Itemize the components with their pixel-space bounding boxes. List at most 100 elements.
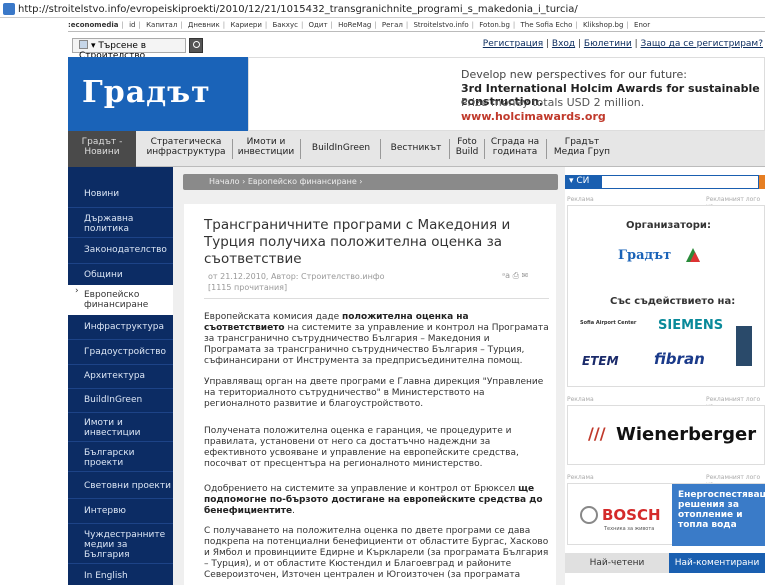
left-nav-divider xyxy=(68,498,173,499)
left-nav-divider xyxy=(68,412,173,413)
partner-logo-icon[interactable] xyxy=(684,246,702,264)
bosch-ad-text: Енергоспестяващи решения за отопление и … xyxy=(672,484,765,546)
main-nav-media-group[interactable]: Градът Медиа Груп xyxy=(550,137,614,157)
network-link[interactable]: Дневник xyxy=(188,21,220,29)
newsletter-link[interactable]: Бюлетини xyxy=(584,39,632,49)
why-register-link[interactable]: Защо да се регистрирам? xyxy=(641,39,763,49)
left-nav-bulgarian-projects[interactable]: Български проекти xyxy=(68,448,173,468)
article-paragraph: С получаването на положителна оценка по … xyxy=(204,526,549,580)
article-paragraph: Европейската комисия даде положителна оц… xyxy=(204,312,549,366)
left-nav-divider xyxy=(68,364,173,365)
sidebar-search: ▾ СИ xyxy=(565,175,765,189)
nav-divider xyxy=(232,139,233,159)
left-nav-divider xyxy=(68,563,173,564)
sidebar-search-select[interactable]: ▾ СИ xyxy=(565,175,601,189)
tab-most-read[interactable]: Най-четени xyxy=(565,553,669,573)
bosch-logo: BOSCH xyxy=(602,506,661,524)
sidebar-search-input[interactable] xyxy=(601,175,759,189)
search-scope-icon xyxy=(79,40,88,49)
left-nav-architecture[interactable]: Архитектура xyxy=(68,371,173,381)
left-nav-divider xyxy=(68,263,173,264)
network-link[interactable]: Капитал xyxy=(146,21,177,29)
etem-logo[interactable]: ЕТЕМ xyxy=(582,354,619,368)
user-links: Регистрация | Вход | Бюлетини | Защо да … xyxy=(482,39,763,49)
article-title: Трансграничните програми с Македония и Т… xyxy=(204,217,511,267)
popular-tabs: Най-четени Най-коментирани xyxy=(565,553,765,573)
search-scope-select[interactable]: ▾ Търсене в Строителство xyxy=(72,38,186,61)
search-button[interactable] xyxy=(189,38,203,53)
font-size-icon[interactable]: ᵃa xyxy=(502,271,510,280)
left-nav-interview[interactable]: Интервю xyxy=(68,506,173,516)
network-nav: :economedia | id | Капитал | Дневник | Карие… xyxy=(68,19,765,32)
main-nav-building-of-year[interactable]: Сграда на годината xyxy=(486,137,544,157)
left-nav-english[interactable]: In English xyxy=(68,571,173,581)
network-link[interactable]: :economedia xyxy=(68,21,118,29)
main-nav-infrastructure[interactable]: Стратегическа инфраструктура xyxy=(140,137,232,157)
left-nav-urban-planning[interactable]: Градоустройство xyxy=(68,347,173,357)
bosch-mark-icon xyxy=(580,506,598,524)
wienerberger-ad[interactable]: /// Wienerberger xyxy=(567,405,765,465)
left-nav-eu-funding[interactable]: › Европейско финансиране xyxy=(68,285,173,315)
left-nav-buildingreen[interactable]: BuildInGreen xyxy=(68,395,173,405)
ad-line-1: Develop new perspectives for our future: xyxy=(461,68,687,81)
article-reads: [1115 прочитания] xyxy=(208,283,288,292)
left-nav-news[interactable]: Новини xyxy=(68,189,173,199)
nav-divider xyxy=(484,139,485,159)
login-link[interactable]: Вход xyxy=(552,39,575,49)
main-nav-buildingreen[interactable]: BuildInGreen xyxy=(306,143,376,153)
network-link[interactable]: Кариери xyxy=(230,21,262,29)
network-link[interactable]: Klikshop.bg xyxy=(583,21,623,29)
left-nav-property[interactable]: Имоти и инвестиции xyxy=(68,418,173,438)
main-nav-fotobuild[interactable]: Foto Build xyxy=(452,137,482,157)
breadcrumb[interactable]: Начало › Европейско финансиране › xyxy=(183,174,558,190)
left-nav-foreign-media[interactable]: Чуждестранните медии за България xyxy=(68,530,173,560)
left-nav-world-projects[interactable]: Световни проекти xyxy=(68,481,173,491)
nav-divider xyxy=(546,139,547,159)
left-nav-divider xyxy=(68,471,173,472)
network-link[interactable]: Foton.bg xyxy=(479,21,510,29)
network-link[interactable]: Одит xyxy=(309,21,328,29)
main-nav-property[interactable]: Имоти и инвестиции xyxy=(236,137,296,157)
left-nav-municipalities[interactable]: Общини xyxy=(68,270,173,280)
left-nav-state-policy[interactable]: Държавна политика xyxy=(68,214,173,234)
left-nav-infrastructure[interactable]: Инфраструктура xyxy=(68,322,173,332)
logo-block[interactable]: Градът xyxy=(68,57,248,131)
cooperation-title: Със съдействието на: xyxy=(610,296,736,307)
register-link[interactable]: Регистрация xyxy=(483,39,543,49)
bosch-slogan: Техника за живота xyxy=(604,526,655,532)
gradat-logo[interactable]: Градът xyxy=(618,248,671,263)
main-nav-newspaper[interactable]: Вестникът xyxy=(382,143,450,153)
article-paragraph: Одобрението на системите за управление и… xyxy=(204,484,543,516)
print-icon[interactable]: ⎙ xyxy=(513,271,519,280)
wienerberger-logo: Wienerberger xyxy=(616,424,757,445)
browser-icon xyxy=(3,3,15,15)
address-bar[interactable]: http://stroitelstvo.info/evropeiskiproek… xyxy=(0,0,765,18)
article: Трансграничните програми с Македония и Т… xyxy=(184,204,556,585)
network-link[interactable]: Регал xyxy=(382,21,403,29)
bosch-ad[interactable]: BOSCH Техника за живота Енергоспестяващи… xyxy=(567,483,765,546)
tab-most-commented[interactable]: Най-коментирани xyxy=(669,553,765,573)
network-link[interactable]: The Sofia Echo xyxy=(521,21,573,29)
article-tools[interactable]: ᵃa ⎙ ✉ xyxy=(502,271,528,281)
main-nav-news[interactable]: Градът - Новини xyxy=(68,131,136,167)
network-link[interactable]: HoReMag xyxy=(338,21,371,29)
nav-divider xyxy=(300,139,301,159)
search-row: ▾ Търсене в Строителство Регистрация | В… xyxy=(68,38,765,61)
article-paragraph: Получената положителна оценка е гаранция… xyxy=(204,426,519,469)
network-link[interactable]: Бакхус xyxy=(272,21,297,29)
site-header: Градът Develop new perspectives for our … xyxy=(68,57,765,131)
network-link[interactable]: Stroitelstvo.info xyxy=(413,21,468,29)
holcim-ad-banner[interactable]: Develop new perspectives for our future:… xyxy=(248,57,765,131)
ad-line-3: Prize money totals USD 2 million. xyxy=(461,96,645,109)
sofia-airport-logo[interactable]: Sofia Airport Center xyxy=(580,320,636,326)
email-icon[interactable]: ✉ xyxy=(522,271,529,280)
network-link[interactable]: id xyxy=(129,21,135,29)
sidebar-search-button[interactable] xyxy=(759,175,765,189)
wienerberger-mark-icon: /// xyxy=(588,424,606,443)
left-nav-legislation[interactable]: Законодателство xyxy=(68,245,173,255)
left-nav-divider xyxy=(68,388,173,389)
network-link[interactable]: Enor xyxy=(634,21,650,29)
siemens-logo[interactable]: SIEMENS xyxy=(658,318,723,333)
fibran-logo[interactable]: fibran xyxy=(654,350,705,368)
left-nav-divider xyxy=(68,237,173,238)
